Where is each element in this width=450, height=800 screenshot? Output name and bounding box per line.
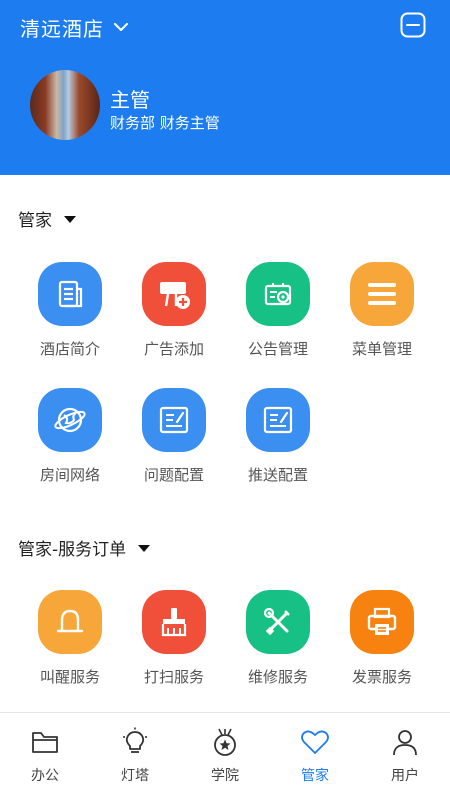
grid-item-question-config[interactable]: 问题配置 bbox=[122, 388, 226, 498]
edit-note-icon bbox=[142, 388, 206, 452]
tab-lighthouse[interactable]: 灯塔 bbox=[90, 713, 180, 800]
user-role: 财务部 财务主管 bbox=[110, 114, 220, 132]
caret-down-icon bbox=[64, 215, 76, 223]
grid-item-repair-service[interactable]: 维修服务 bbox=[226, 590, 330, 700]
caret-down-icon bbox=[138, 544, 151, 552]
heart-icon bbox=[300, 727, 330, 757]
lightbulb-icon bbox=[120, 727, 150, 757]
grid-item-label: 广告添加 bbox=[143, 340, 204, 358]
grid-item-hotel-intro[interactable]: 酒店简介 bbox=[18, 262, 122, 372]
bottom-tabbar: 办公 灯塔 学院 管家 用户 bbox=[0, 713, 450, 800]
grid-item-push-config[interactable]: 推送配置 bbox=[226, 388, 330, 498]
section-title-service-orders[interactable]: 管家-服务订单 bbox=[18, 535, 151, 560]
document-icon bbox=[38, 262, 102, 326]
folder-icon bbox=[30, 727, 60, 757]
grid-item-label: 房间网络 bbox=[39, 466, 100, 484]
chevron-down-icon bbox=[114, 22, 128, 32]
grid-item-cleaning-service[interactable]: 打扫服务 bbox=[122, 590, 226, 700]
grid-item-label: 酒店简介 bbox=[39, 340, 100, 358]
grid-item-label: 菜单管理 bbox=[351, 340, 412, 358]
tab-label: 管家 bbox=[301, 768, 329, 784]
grid-item-wakeup-service[interactable]: 叫醒服务 bbox=[18, 590, 122, 700]
hotel-selector[interactable]: 清远酒店 bbox=[20, 12, 128, 42]
hotel-name: 清远酒店 bbox=[20, 16, 104, 41]
section-title-butler[interactable]: 管家 bbox=[18, 206, 76, 231]
grid-item-label: 推送配置 bbox=[247, 466, 308, 484]
grid-item-menu-manage[interactable]: 菜单管理 bbox=[330, 262, 434, 372]
avatar[interactable] bbox=[30, 70, 100, 140]
edit-note-icon bbox=[246, 388, 310, 452]
badge-star-icon bbox=[210, 727, 240, 757]
grid-item-label: 打扫服务 bbox=[143, 668, 204, 686]
user-icon bbox=[390, 727, 420, 757]
tools-icon bbox=[246, 590, 310, 654]
bell-icon bbox=[38, 590, 102, 654]
tab-butler[interactable]: 管家 bbox=[270, 713, 360, 800]
broom-icon bbox=[142, 590, 206, 654]
grid-item-label: 叫醒服务 bbox=[39, 668, 100, 686]
grid-item-label: 问题配置 bbox=[143, 466, 204, 484]
tab-label: 灯塔 bbox=[121, 768, 149, 784]
tab-label: 学院 bbox=[211, 768, 239, 784]
grid-item-label: 发票服务 bbox=[351, 668, 412, 686]
user-name: 主管 bbox=[110, 88, 150, 112]
grid-item-notice-manage[interactable]: 公告管理 bbox=[226, 262, 330, 372]
grid-item-label: 维修服务 bbox=[247, 668, 308, 686]
grid-item-invoice-service[interactable]: 发票服务 bbox=[330, 590, 434, 700]
tab-label: 用户 bbox=[391, 768, 419, 784]
menu-lines-icon bbox=[350, 262, 414, 326]
section-title-text: 管家 bbox=[18, 210, 52, 231]
grid-item-label: 公告管理 bbox=[247, 340, 308, 358]
billboard-add-icon bbox=[142, 262, 206, 326]
tab-label: 办公 bbox=[31, 768, 59, 784]
header: 清远酒店 主管 财务部 财务主管 bbox=[0, 0, 450, 175]
section-title-text: 管家-服务订单 bbox=[18, 539, 127, 560]
grid-item-ad-add[interactable]: 广告添加 bbox=[122, 262, 226, 372]
tab-academy[interactable]: 学院 bbox=[180, 713, 270, 800]
grid-item-room-network[interactable]: 房间网络 bbox=[18, 388, 122, 498]
printer-icon bbox=[350, 590, 414, 654]
notice-settings-icon bbox=[246, 262, 310, 326]
tab-user[interactable]: 用户 bbox=[360, 713, 450, 800]
globe-icon bbox=[38, 388, 102, 452]
collapse-icon[interactable] bbox=[400, 12, 426, 38]
tab-office[interactable]: 办公 bbox=[0, 713, 90, 800]
